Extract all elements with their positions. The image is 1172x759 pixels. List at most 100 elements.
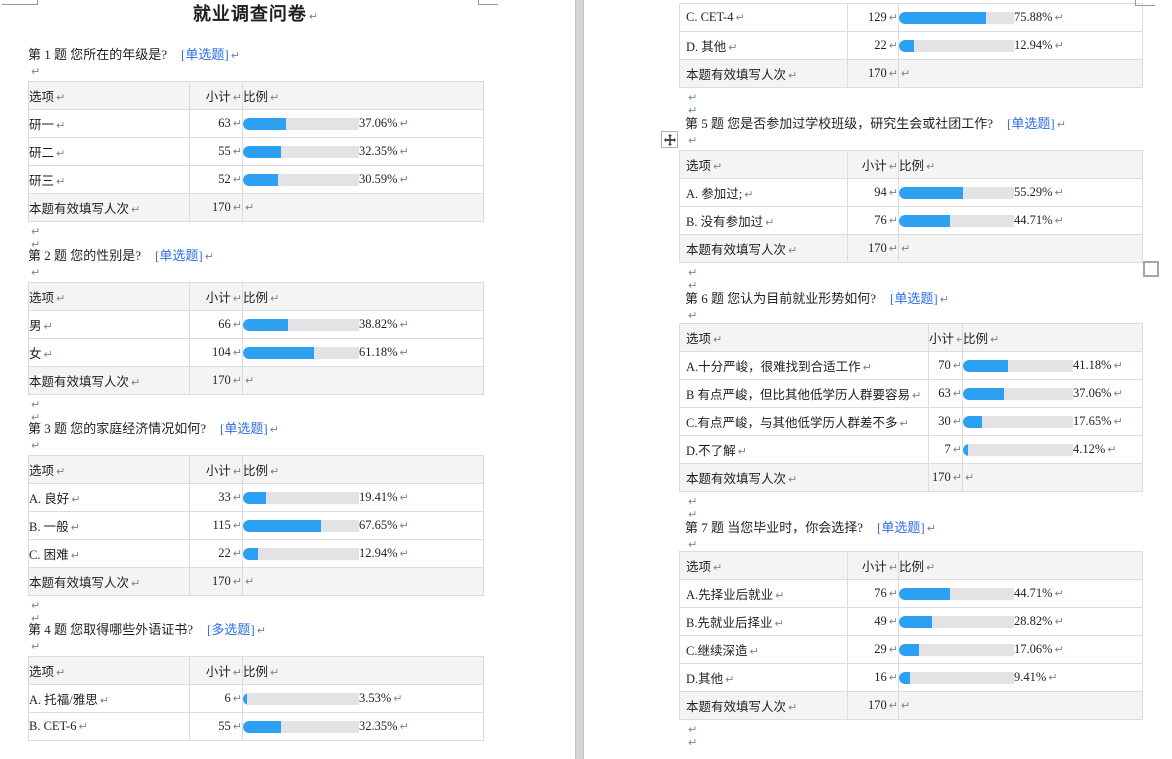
option-label: A. 托福/雅思 (29, 693, 98, 707)
count-cell: 129↵ (848, 4, 899, 32)
footer-label: 本题有效填写人次 (29, 202, 129, 216)
footer-label-cell: 本题有效填写人次↵ (680, 235, 848, 263)
percent-bar-line: 44.71%↵ (899, 213, 1142, 228)
table-row: A. 良好↵33↵19.41%↵ (29, 484, 484, 512)
empty-paragraph: ↵ (686, 722, 697, 735)
percent-bar-line: 4.12%↵ (963, 442, 1142, 457)
question-type-tag: [单选题] (1007, 116, 1055, 131)
count-cell: 49↵ (848, 608, 899, 636)
footer-count-cell: 170↵ (848, 60, 899, 88)
count-value: 115 (212, 518, 230, 532)
percent-value: 32.35% (359, 144, 398, 159)
footer-empty-cell: ↵ (243, 367, 484, 395)
percent-bar (243, 693, 359, 705)
empty-paragraph: ↵ (29, 397, 40, 410)
count-cell: 30↵ (929, 408, 963, 436)
percent-bar-line: 17.65%↵ (963, 414, 1142, 429)
percent-bar-line: 3.53%↵ (243, 691, 483, 706)
percent-value: 61.18% (359, 345, 398, 360)
percent-bar (899, 616, 1014, 628)
paragraph-mark: ↵ (400, 720, 409, 733)
ratio-cell: 12.94%↵ (899, 32, 1143, 60)
count-cell: 115↵ (190, 512, 243, 540)
option-label: B. CET-6 (29, 719, 76, 733)
ratio-cell: 32.35%↵ (243, 138, 484, 166)
empty-paragraph: ↵ (686, 278, 697, 291)
option-label: D.不了解 (686, 444, 736, 458)
percent-bar-line: 32.35%↵ (243, 144, 483, 159)
count-cell: 76↵ (848, 580, 899, 608)
column-header-label: 选项 (29, 90, 54, 104)
table-footer-row: 本题有效填写人次↵170↵↵ (680, 60, 1143, 88)
question-heading: 第 2 题 您的性别是?[单选题]↵ (28, 248, 214, 264)
percent-bar-line: 61.18%↵ (243, 345, 483, 360)
option-label-cell: 研二↵ (29, 138, 190, 166)
table-row: 研二↵55↵32.35%↵ (29, 138, 484, 166)
option-label: 研三 (29, 174, 54, 188)
percent-bar (243, 721, 359, 733)
table-row: D.不了解↵7↵4.12%↵ (680, 436, 1143, 464)
percent-bar-line: 75.88%↵ (899, 10, 1142, 25)
option-label-cell: 研三↵ (29, 166, 190, 194)
percent-bar-fill (899, 616, 932, 628)
empty-paragraph: ↵ (686, 103, 697, 116)
table-move-handle[interactable] (661, 131, 678, 148)
column-header: 选项↵ (680, 324, 929, 352)
percent-value: 75.88% (1014, 10, 1053, 25)
option-label: D.其他 (686, 672, 723, 686)
percent-bar (963, 444, 1073, 456)
column-header-label: 选项 (686, 560, 711, 574)
paragraph-mark: ↵ (31, 266, 40, 279)
count-value: 30 (938, 414, 951, 428)
percent-value: 37.06% (1073, 386, 1112, 401)
table-row: B. 没有参加过↵76↵44.71%↵ (680, 207, 1143, 235)
ratio-cell: 37.06%↵ (243, 110, 484, 138)
footer-label: 本题有效填写人次 (29, 375, 129, 389)
table-header-row: 选项↵小计↵比例↵ (29, 657, 484, 685)
question-6-table: 选项↵小计↵比例↵A.十分严峻，很难找到合适工作↵70↵41.18%↵B 有点严… (679, 323, 1143, 492)
question-type-tag: [单选题] (890, 291, 938, 306)
empty-paragraph: ↵ (686, 90, 697, 103)
paragraph-mark: ↵ (71, 549, 80, 562)
count-cell: 63↵ (929, 380, 963, 408)
table-header-row: 选项↵小计↵比例↵ (680, 552, 1143, 580)
option-label-cell: D.其他↵ (680, 664, 848, 692)
paragraph-mark: ↵ (990, 333, 999, 346)
percent-bar-fill (899, 40, 914, 52)
count-value: 55 (218, 719, 231, 733)
paragraph-mark: ↵ (131, 376, 140, 389)
percent-value: 9.41% (1014, 670, 1046, 685)
count-cell: 66↵ (190, 311, 243, 339)
paragraph-mark: ↵ (56, 91, 65, 104)
column-header-label: 比例 (899, 159, 924, 173)
column-header-label: 比例 (243, 291, 268, 305)
ratio-cell: 12.94%↵ (243, 540, 484, 568)
paragraph-mark: ↵ (270, 292, 279, 305)
table-resize-handle[interactable] (1143, 261, 1159, 277)
option-label: B. 一般 (29, 520, 69, 534)
question-type-tag: [单选题] (877, 520, 925, 535)
footer-count: 170 (212, 200, 231, 214)
column-header: 比例↵ (899, 552, 1143, 580)
percent-bar (963, 416, 1073, 428)
column-header: 比例↵ (243, 657, 484, 685)
percent-bar (963, 360, 1073, 372)
page-gutter (575, 0, 584, 759)
paragraph-mark: ↵ (400, 519, 409, 532)
paragraph-mark: ↵ (309, 10, 318, 23)
question-2-table: 选项↵小计↵比例↵男↵66↵38.82%↵女↵104↵61.18%↵本题有效填写… (28, 282, 484, 395)
column-header: 选项↵ (680, 552, 848, 580)
column-header: 小计↵ (190, 657, 243, 685)
percent-bar-line: 12.94%↵ (899, 38, 1142, 53)
count-cell: 70↵ (929, 352, 963, 380)
footer-label: 本题有效填写人次 (686, 700, 786, 714)
empty-paragraph: ↵ (686, 308, 697, 321)
percent-bar-line: 30.59%↵ (243, 172, 483, 187)
question-type-tag: [单选题] (220, 421, 268, 436)
question-heading: 第 4 题 您取得哪些外语证书?[多选题]↵ (28, 622, 266, 638)
table-header-row: 选项↵小计↵比例↵ (680, 151, 1143, 179)
paragraph-mark: ↵ (889, 11, 898, 24)
percent-bar-fill (963, 444, 968, 456)
paragraph-mark: ↵ (889, 67, 898, 80)
percent-bar (243, 347, 359, 359)
